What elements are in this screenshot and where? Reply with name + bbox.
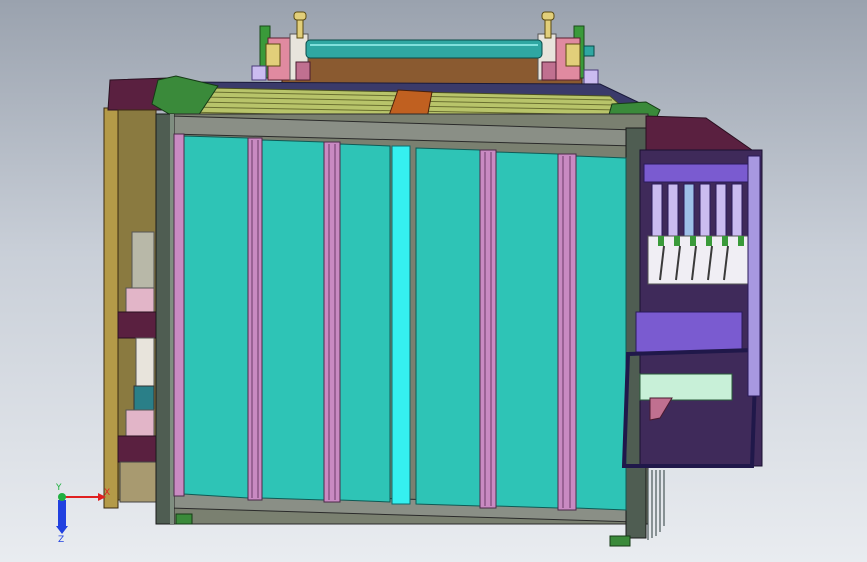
green-tab-4[interactable]	[706, 236, 712, 246]
left-side-gray-block[interactable]	[131, 231, 155, 291]
green-tab-2[interactable]	[674, 236, 680, 246]
green-tab-3[interactable]	[690, 236, 696, 246]
green-tab-1[interactable]	[658, 236, 664, 246]
green-tab-5[interactable]	[722, 236, 728, 246]
top-roller-right-lilac-tab[interactable]	[583, 69, 599, 85]
triad-z-axis	[58, 500, 66, 528]
divider-stripe-3[interactable]	[323, 141, 341, 503]
main-frame-left-post-edge	[170, 114, 174, 524]
triad-x-label: X	[104, 488, 110, 498]
left-side-bottom-block[interactable]	[119, 461, 157, 503]
filter-panel-1[interactable]	[183, 135, 249, 499]
frame-foot-right[interactable]	[609, 535, 631, 547]
green-tab-6[interactable]	[738, 236, 744, 246]
triad-y-label: Y	[55, 483, 62, 493]
divider-stripe-4[interactable]	[479, 149, 497, 509]
filter-panel-6[interactable]	[575, 155, 627, 511]
right-side-lilac-edge[interactable]	[747, 155, 761, 397]
triad-z-arrow-icon	[56, 526, 68, 534]
frame-foot-left[interactable]	[175, 513, 193, 525]
filter-panel-3[interactable]	[339, 143, 391, 503]
triad-z-label: Z	[58, 535, 64, 545]
left-side-maroon-shelf-upper[interactable]	[117, 311, 157, 339]
left-side-maroon-shelf-lower[interactable]	[117, 435, 157, 463]
top-roller-shaft[interactable]	[305, 39, 543, 59]
triad-y-origin	[58, 493, 66, 501]
top-roller-right-clamp[interactable]	[541, 61, 557, 81]
left-side-tan-plate[interactable]	[103, 107, 119, 509]
divider-stripe-2[interactable]	[247, 137, 263, 501]
right-side-lower-fins	[647, 470, 665, 540]
filter-panel-5[interactable]	[495, 151, 559, 509]
cad-viewport[interactable]: X Z Y	[0, 0, 867, 562]
top-roller-left-gold-mount[interactable]	[265, 43, 281, 67]
filter-panel-2[interactable]	[261, 139, 325, 501]
fin-slot-1[interactable]	[651, 183, 663, 237]
fin-slot-2[interactable]	[667, 183, 679, 237]
top-roller-backplate[interactable]	[281, 55, 583, 85]
top-roller-right-shaft-end[interactable]	[583, 45, 595, 57]
top-roller-assembly[interactable]	[251, 11, 599, 85]
right-side-mint-insert[interactable]	[639, 373, 733, 401]
right-side-purple-top-bar[interactable]	[643, 163, 749, 183]
fin-slot-6[interactable]	[731, 183, 743, 237]
left-side-teal-block[interactable]	[133, 385, 155, 411]
divider-stripe-5[interactable]	[557, 153, 577, 511]
left-side-white-block[interactable]	[135, 337, 155, 389]
orientation-triad[interactable]: X Z Y	[55, 483, 110, 545]
left-side-pink-block-lower[interactable]	[125, 409, 155, 437]
divider-stripe-1[interactable]	[173, 133, 185, 497]
right-side-purple-middle-bar[interactable]	[635, 311, 743, 353]
left-side-pink-block[interactable]	[125, 287, 155, 313]
fin-slot-4[interactable]	[699, 183, 711, 237]
top-roller-left-lilac-tab[interactable]	[251, 65, 267, 81]
filter-panel-highlight[interactable]	[391, 145, 411, 505]
top-roller-left-clamp[interactable]	[295, 61, 311, 81]
top-roller-right-gold-mount[interactable]	[565, 43, 581, 67]
fin-slot-3[interactable]	[683, 183, 695, 237]
filter-panel-4[interactable]	[415, 147, 481, 507]
fin-slot-5[interactable]	[715, 183, 727, 237]
